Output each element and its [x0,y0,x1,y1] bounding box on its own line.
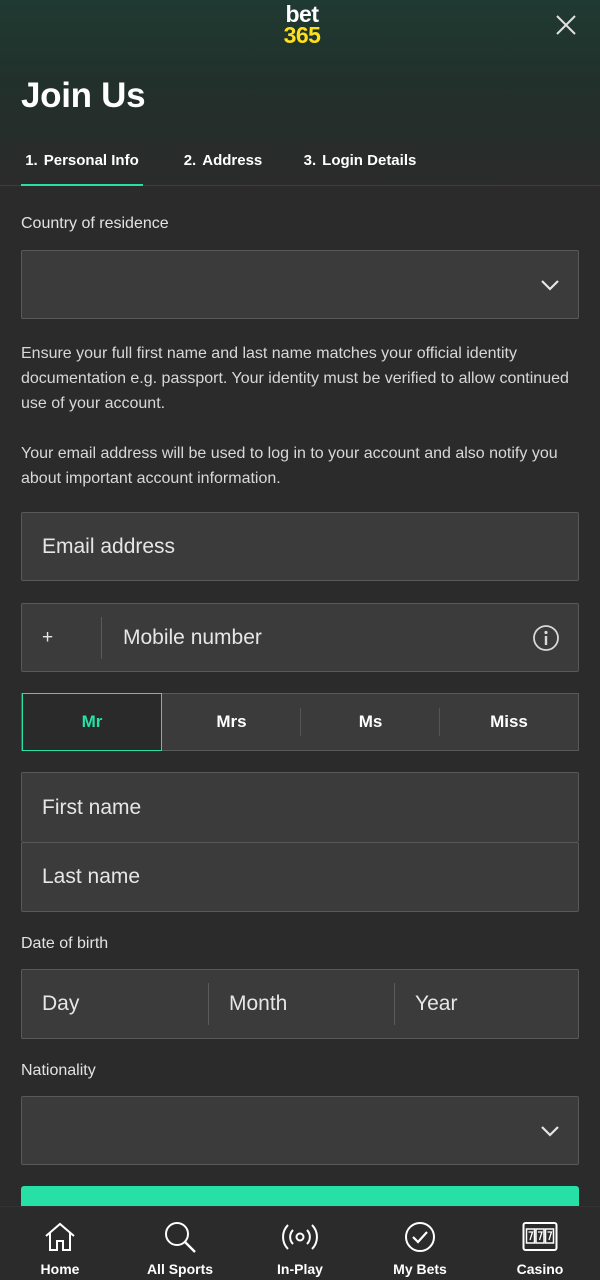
nav-all-sports[interactable]: All Sports [120,1207,240,1280]
step-tabs: 1. Personal Info 2. Address 3. Login Detail… [0,140,600,186]
nav-in-play[interactable]: In-Play [240,1207,360,1280]
tab-login-details[interactable]: 3. Login Details [302,140,418,186]
bet365-logo[interactable]: bet 365 [276,3,328,48]
chevron-down-icon [541,1125,559,1137]
mobile-placeholder: Mobile number [123,625,262,649]
title-selector: Mr Mrs Ms Miss [21,693,579,751]
nav-label: All Sports [146,1261,214,1277]
title-option-mrs[interactable]: Mrs [162,694,301,750]
tab-label: Address [202,152,263,169]
tab-label: Login Details [322,152,417,169]
nav-label: In-Play [277,1261,323,1277]
last-name-placeholder: Last name [42,865,141,888]
dob-divider [394,983,395,1025]
first-name-field[interactable]: First name [21,772,579,842]
nav-label: Home [40,1261,80,1277]
dob-divider [208,983,209,1025]
identity-note: Ensure your full first name and last nam… [21,345,569,412]
country-label: Country of residence [21,215,169,232]
tab-number: 3. [303,152,317,169]
nationality-select[interactable] [21,1096,579,1165]
nav-label: My Bets [393,1261,447,1277]
title-option-miss[interactable]: Miss [440,694,578,750]
nationality-label: Nationality [21,1062,96,1079]
info-icon[interactable] [532,624,560,652]
check-circle-icon [405,1222,435,1252]
nav-home[interactable]: Home [0,1207,120,1280]
email-placeholder: Email address [42,534,176,558]
page-title: Join Us [21,76,146,115]
tab-personal-info[interactable]: 1. Personal Info [21,140,143,186]
country-select[interactable] [21,250,579,319]
dob-month[interactable]: Month [229,992,287,1016]
dob-year[interactable]: Year [415,992,457,1016]
home-icon [45,1222,75,1251]
dob-field: Day Month Year [21,969,579,1039]
mobile-field[interactable]: + Mobile number [21,603,579,672]
close-icon [556,15,576,35]
last-name-field[interactable]: Last name [21,842,579,912]
nav-label: Casino [516,1261,564,1277]
close-button[interactable] [553,12,579,38]
first-name-placeholder: First name [42,795,142,819]
nav-casino[interactable]: Casino [480,1207,600,1280]
broadcast-icon [282,1224,318,1250]
prefix-divider [101,617,102,659]
slot-machine-icon [522,1222,558,1251]
email-field[interactable]: Email address [21,512,579,581]
title-option-ms[interactable]: Ms [301,694,440,750]
email-note: Your email address will be used to log i… [21,445,558,487]
bottom-nav: Home All Sports In-Play My Bets Casino [0,1206,600,1280]
chevron-down-icon [541,279,559,291]
header: bet 365 Join Us 1. Personal Info 2. Addres… [0,0,600,186]
dob-day[interactable]: Day [42,992,79,1016]
title-option-mr[interactable]: Mr [22,693,162,751]
logo-text-bottom: 365 [283,22,321,48]
nav-my-bets[interactable]: My Bets [360,1207,480,1280]
tab-address[interactable]: 2. Address [183,140,263,186]
tab-label: Personal Info [43,152,139,169]
phone-prefix[interactable]: + [42,627,53,649]
dob-label: Date of birth [21,935,109,952]
tab-number: 2. [183,152,197,169]
search-icon [165,1222,196,1253]
tab-number: 1. [25,152,38,169]
